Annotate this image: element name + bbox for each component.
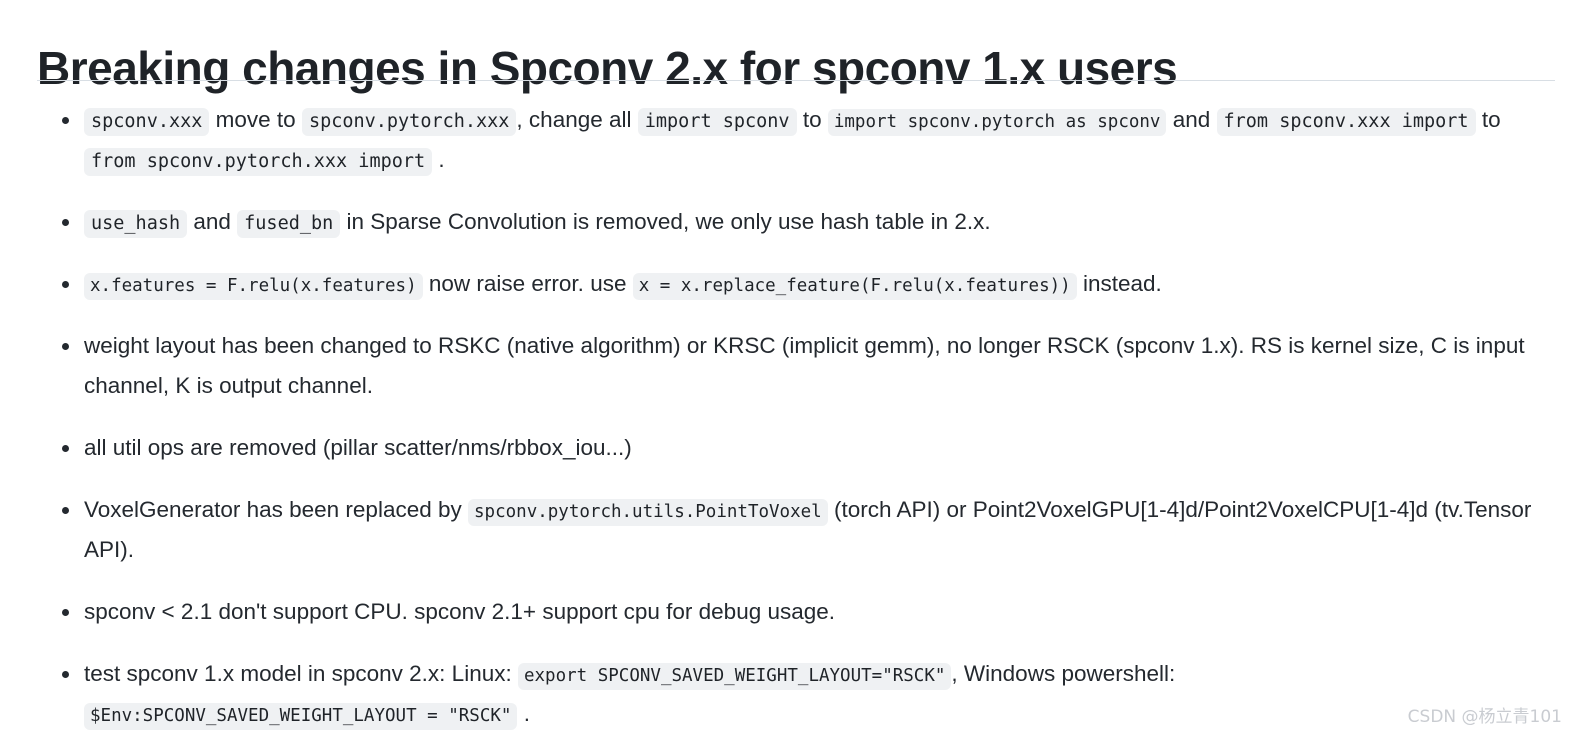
list-item: weight layout has been changed to RSKC (…: [37, 326, 1557, 406]
list-item-text: use_hash and fused_bn in Sparse Convolut…: [84, 209, 991, 238]
list-item: test spconv 1.x model in spconv 2.x: Lin…: [37, 654, 1557, 734]
inline-code: $Env:SPCONV_SAVED_WEIGHT_LAYOUT = "RSCK": [84, 703, 518, 730]
text-run: now raise error. use: [422, 271, 633, 296]
text-run: .: [517, 701, 530, 726]
inline-code: from spconv.pytorch.xxx import: [84, 148, 433, 176]
list-item: VoxelGenerator has been replaced by spco…: [37, 490, 1557, 570]
inline-code: export SPCONV_SAVED_WEIGHT_LAYOUT="RSCK": [517, 663, 952, 690]
text-run: to: [796, 107, 828, 132]
inline-code: spconv.pytorch.xxx: [301, 108, 517, 136]
text-run: .: [432, 147, 445, 172]
inline-code: fused_bn: [237, 210, 341, 238]
text-run: in Sparse Convolution is removed, we onl…: [340, 209, 991, 234]
inline-code: import spconv.pytorch as spconv: [827, 109, 1167, 136]
text-run: instead.: [1076, 271, 1162, 296]
csdn-watermark: CSDN @杨立青101: [1407, 707, 1562, 727]
page-title: Breaking changes in Spconv 2.x for spcon…: [37, 41, 1178, 94]
bullet-marker-icon: [62, 343, 69, 350]
bullet-marker-icon: [62, 117, 69, 124]
text-run: , Windows powershell:: [951, 661, 1176, 686]
bullet-marker-icon: [62, 671, 69, 678]
text-run: all util ops are removed (pillar scatter…: [84, 435, 632, 460]
list-item: all util ops are removed (pillar scatter…: [37, 428, 1557, 468]
list-item: x.features = F.relu(x.features) now rais…: [37, 264, 1557, 304]
list-item-text: x.features = F.relu(x.features) now rais…: [84, 271, 1162, 300]
inline-code: x.features = F.relu(x.features): [84, 273, 423, 300]
bullet-marker-icon: [62, 281, 69, 288]
title-divider: [37, 80, 1555, 81]
list-item-text: test spconv 1.x model in spconv 2.x: Lin…: [84, 661, 1176, 730]
inline-code: x = x.replace_feature(F.relu(x.features)…: [632, 273, 1077, 300]
inline-code: spconv.pytorch.utils.PointToVoxel: [468, 499, 828, 526]
list-item-text: weight layout has been changed to RSKC (…: [84, 333, 1525, 398]
text-run: to: [1475, 107, 1501, 132]
text-run: and: [187, 209, 238, 234]
list-item: use_hash and fused_bn in Sparse Convolut…: [37, 202, 1557, 242]
list-item-text: VoxelGenerator has been replaced by spco…: [84, 497, 1531, 562]
inline-code: use_hash: [84, 210, 188, 238]
list-item: spconv < 2.1 don't support CPU. spconv 2…: [37, 592, 1557, 632]
inline-code: import spconv: [637, 108, 797, 136]
bullet-marker-icon: [62, 507, 69, 514]
list-item-text: spconv.xxx move to spconv.pytorch.xxx, c…: [84, 107, 1501, 176]
breaking-changes-list: spconv.xxx move to spconv.pytorch.xxx, c…: [37, 100, 1557, 734]
bullet-marker-icon: [62, 219, 69, 226]
list-item-text: spconv < 2.1 don't support CPU. spconv 2…: [84, 599, 835, 624]
text-run: weight layout has been changed to RSKC (…: [84, 333, 1525, 398]
text-run: and: [1166, 107, 1217, 132]
inline-code: spconv.xxx: [84, 108, 210, 136]
text-run: spconv < 2.1 don't support CPU. spconv 2…: [84, 599, 836, 624]
bullet-marker-icon: [62, 445, 69, 452]
text-run: , change all: [516, 107, 638, 132]
list-item-text: all util ops are removed (pillar scatter…: [84, 435, 632, 460]
document-page: Breaking changes in Spconv 2.x for spcon…: [0, 0, 1580, 735]
text-run: move to: [209, 107, 302, 132]
list-item: spconv.xxx move to spconv.pytorch.xxx, c…: [37, 100, 1557, 180]
inline-code: from spconv.xxx import: [1216, 108, 1476, 136]
bullet-marker-icon: [62, 609, 69, 616]
text-run: test spconv 1.x model in spconv 2.x: Lin…: [84, 661, 518, 686]
text-run: VoxelGenerator has been replaced by: [84, 497, 469, 522]
